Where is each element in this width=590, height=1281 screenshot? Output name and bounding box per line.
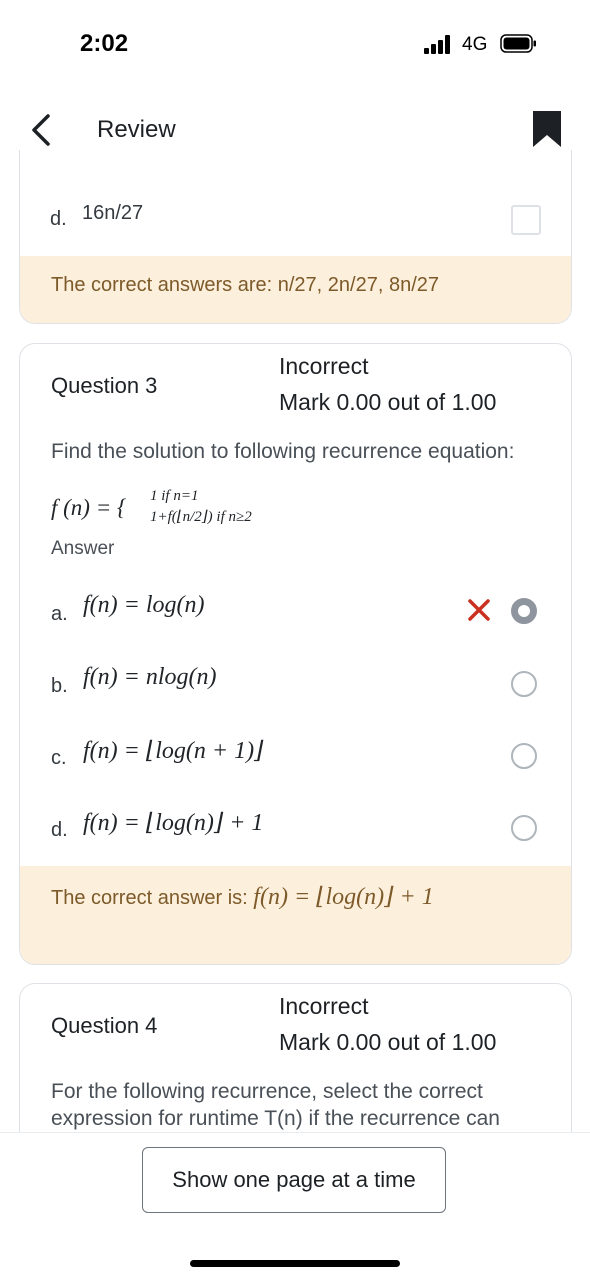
home-indicator[interactable] [190, 1260, 400, 1267]
question-state: Incorrect [279, 353, 369, 379]
feedback-text: The correct answers are: n/27, 2n/27, 8n… [51, 274, 439, 296]
feedback-text: The correct answer is: [51, 887, 254, 909]
option-text: 16n/27 [82, 202, 144, 224]
option-c-text: f(n) = ⌊log(n + 1)⌋ [83, 738, 264, 764]
option-letter: d. [50, 208, 67, 230]
option-d-radio[interactable] [511, 815, 537, 841]
bookmark-icon[interactable] [532, 110, 562, 148]
incorrect-x-icon [467, 598, 491, 627]
option-b-radio[interactable] [511, 671, 537, 697]
option-letter: d. [51, 819, 68, 841]
option-d-checkbox[interactable] [511, 205, 541, 235]
option-letter: c. [51, 747, 67, 769]
feedback-box: The correct answer is: f(n) = ⌊log(n)⌋ +… [20, 866, 571, 964]
question-mark: Mark 0.00 out of 1.00 [279, 1029, 497, 1055]
formula-lhs: f (n) = { [51, 495, 127, 520]
network-label: 4G [462, 34, 488, 55]
question-text-line-1: For the following recurrence, select the… [51, 1080, 483, 1103]
question-3-card: Question 3 Incorrect Mark 0.00 out of 1.… [19, 343, 572, 965]
question-2-card: d. 16n/27 The correct answers are: n/27,… [19, 150, 572, 324]
question-label: Question 4 [51, 1013, 158, 1038]
feedback-formula: f(n) = ⌊log(n)⌋ + 1 [253, 884, 434, 910]
battery-icon [500, 34, 536, 53]
question-text: Find the solution to following recurrenc… [51, 440, 515, 463]
feedback-box: The correct answers are: n/27, 2n/27, 8n… [20, 256, 571, 323]
status-time: 2:02 [80, 30, 129, 57]
option-a-radio[interactable] [511, 598, 537, 624]
question-state: Incorrect [279, 993, 369, 1019]
option-b-text: f(n) = nlog(n) [83, 664, 217, 690]
show-one-page-button[interactable]: Show one page at a time [142, 1147, 446, 1213]
option-d-text: f(n) = ⌊log(n)⌋ + 1 [83, 810, 264, 836]
option-letter: a. [51, 603, 68, 625]
option-a-text: f(n) = log(n) [83, 592, 205, 618]
formula-case-1: 1 if n=1 [150, 488, 199, 504]
question-text-line-2: expression for runtime T(n) if the recur… [51, 1107, 500, 1130]
question-label: Question 3 [51, 373, 158, 398]
question-mark: Mark 0.00 out of 1.00 [279, 389, 497, 415]
formula-case-2: 1+f(⌊n/2⌋) if n≥2 [150, 509, 252, 525]
page-title: Review [97, 116, 176, 143]
question-4-card: Question 4 Incorrect Mark 0.00 out of 1.… [19, 983, 572, 1144]
option-letter: b. [51, 675, 68, 697]
signal-icon [424, 34, 454, 54]
option-c-radio[interactable] [511, 743, 537, 769]
feedback-line: The correct answer is: f(n) = ⌊log(n)⌋ +… [51, 882, 434, 911]
chevron-left-icon[interactable] [28, 112, 56, 148]
answer-label: Answer [51, 538, 115, 559]
